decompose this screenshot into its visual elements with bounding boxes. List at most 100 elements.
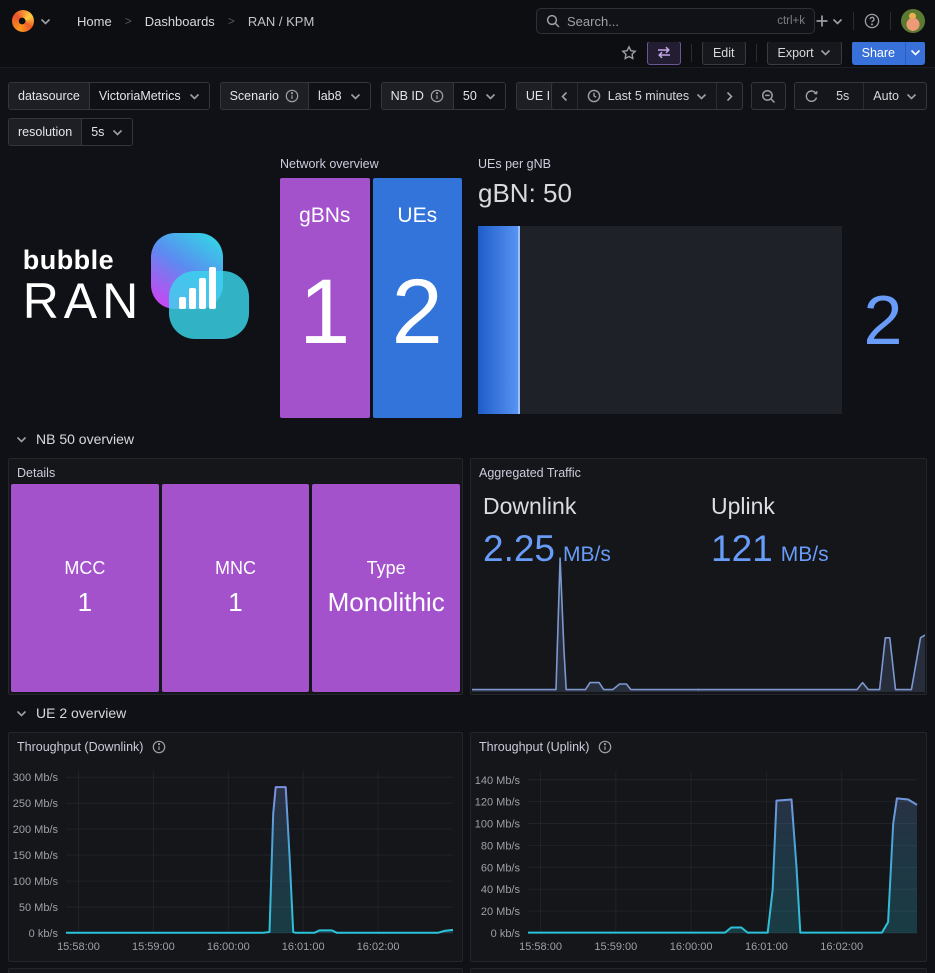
svg-text:0 kb/s: 0 kb/s xyxy=(29,928,59,940)
info-icon[interactable] xyxy=(430,89,444,103)
variable-scenario-label: Scenario xyxy=(221,83,308,109)
row-collapse-icon xyxy=(16,710,27,717)
zoom-out-icon xyxy=(761,89,776,104)
brand-logo-panel: bubble RAN xyxy=(8,150,264,422)
time-range-picker[interactable]: Last 5 minutes xyxy=(577,83,716,109)
time-shift-back-button[interactable] xyxy=(552,83,577,109)
add-button[interactable] xyxy=(815,14,843,28)
row-collapse-icon xyxy=(16,436,27,443)
svg-text:16:01:00: 16:01:00 xyxy=(282,941,325,953)
next-panel-edge xyxy=(8,968,463,973)
divider xyxy=(853,12,854,30)
stat-ues: UEs 2 xyxy=(373,178,463,418)
search-input[interactable]: Search... ctrl+k xyxy=(536,8,815,34)
share-options-button[interactable] xyxy=(905,41,925,65)
share-button-group: Share xyxy=(852,41,925,65)
info-icon[interactable] xyxy=(598,740,612,754)
variable-resolution-value[interactable]: 5s xyxy=(81,119,132,145)
row-title: NB 50 overview xyxy=(36,431,134,447)
throughput-uplink-chart[interactable]: 0 kb/s20 Mb/s40 Mb/s60 Mb/s80 Mb/s100 Mb… xyxy=(472,761,923,959)
refresh-button[interactable]: 5s xyxy=(795,83,863,109)
variable-resolution-label: resolution xyxy=(9,119,81,145)
breadcrumb-home[interactable]: Home xyxy=(77,14,112,29)
svg-text:60 Mb/s: 60 Mb/s xyxy=(481,862,521,874)
svg-text:250 Mb/s: 250 Mb/s xyxy=(13,798,59,810)
share-button[interactable]: Share xyxy=(852,41,905,65)
org-switcher-chevron-icon[interactable] xyxy=(40,18,51,25)
plus-icon xyxy=(815,14,829,28)
variable-nb-id: NB ID 50 xyxy=(381,82,506,110)
stat-label: Downlink xyxy=(483,493,611,520)
export-button[interactable]: Export xyxy=(767,41,842,65)
bar-gauge-label: gBN: 50 xyxy=(478,178,572,209)
chevron-down-icon xyxy=(820,49,831,56)
panel-title: UEs per gNB xyxy=(478,157,551,171)
time-range-group: Last 5 minutes xyxy=(551,82,743,110)
info-icon[interactable] xyxy=(152,740,166,754)
divider xyxy=(691,44,692,62)
divider xyxy=(756,44,757,62)
breadcrumb-dashboards[interactable]: Dashboards xyxy=(145,14,215,29)
signal-bars-icon xyxy=(179,261,223,309)
svg-text:150 Mb/s: 150 Mb/s xyxy=(13,850,59,862)
bubbleran-logo-icon xyxy=(145,231,249,341)
svg-text:15:58:00: 15:58:00 xyxy=(519,941,562,953)
svg-text:16:02:00: 16:02:00 xyxy=(357,941,400,953)
chevron-down-icon xyxy=(910,49,921,56)
throughput-downlink-chart[interactable]: 0 kb/s50 Mb/s100 Mb/s150 Mb/s200 Mb/s250… xyxy=(10,761,459,959)
svg-text:15:59:00: 15:59:00 xyxy=(594,941,637,953)
row-ue-overview-toggle[interactable]: UE 2 overview xyxy=(16,705,126,721)
variable-nb-id-label: NB ID xyxy=(382,83,453,109)
row-nb-overview-toggle[interactable]: NB 50 overview xyxy=(16,431,134,447)
svg-text:15:59:00: 15:59:00 xyxy=(132,941,175,953)
info-icon[interactable] xyxy=(285,89,299,103)
variable-nb-id-value[interactable]: 50 xyxy=(453,83,505,109)
zoom-out-group xyxy=(751,82,786,110)
variable-resolution: resolution 5s xyxy=(8,118,133,146)
refresh-icon xyxy=(804,89,819,104)
stat-gbns: gBNs 1 xyxy=(280,178,370,418)
top-nav: Home > Dashboards > RAN / KPM Search... … xyxy=(0,0,935,42)
chevron-left-icon xyxy=(561,91,568,102)
user-avatar[interactable] xyxy=(901,9,925,33)
exchange-icon xyxy=(656,46,672,59)
help-button[interactable] xyxy=(864,13,880,29)
dashboard-grid: bubble RAN Network overview gBNs 1 xyxy=(0,144,935,973)
grafana-logo-icon[interactable] xyxy=(12,10,34,32)
svg-text:0 kb/s: 0 kb/s xyxy=(491,928,521,940)
star-dashboard-button[interactable] xyxy=(621,45,637,61)
svg-text:16:00:00: 16:00:00 xyxy=(207,941,250,953)
stat-label: UEs xyxy=(397,204,437,228)
next-panel-edge xyxy=(470,968,927,973)
breadcrumb-separator: > xyxy=(125,14,132,28)
stat-value: 2 xyxy=(392,266,443,358)
datasource-exchange-button[interactable] xyxy=(647,41,681,65)
stat-mcc: MCC 1 xyxy=(11,484,159,692)
time-zoom-out-button[interactable] xyxy=(752,83,785,109)
bar-gauge-value: 2 xyxy=(839,226,927,414)
brand-line2: RAN xyxy=(23,276,144,327)
breadcrumb-separator: > xyxy=(228,14,235,28)
svg-text:15:58:00: 15:58:00 xyxy=(57,941,100,953)
brand-line1: bubble xyxy=(23,245,144,276)
downlink-sparkline xyxy=(472,547,699,693)
variable-scenario-value[interactable]: lab8 xyxy=(308,83,370,109)
search-icon xyxy=(546,14,560,28)
stat-value: 1 xyxy=(299,266,350,358)
stat-mnc: MNC 1 xyxy=(162,484,310,692)
refresh-interval-picker[interactable]: Auto xyxy=(863,83,926,109)
bar-gauge-track xyxy=(478,226,842,414)
edit-button[interactable]: Edit xyxy=(702,41,746,65)
time-controls: Last 5 minutes 5s Auto xyxy=(551,82,927,110)
svg-text:80 Mb/s: 80 Mb/s xyxy=(481,840,521,852)
uplink-sparkline xyxy=(698,547,925,693)
svg-text:140 Mb/s: 140 Mb/s xyxy=(475,775,521,787)
refresh-group: 5s Auto xyxy=(794,82,927,110)
stat-value: 1 xyxy=(228,587,242,618)
dashboard-controls: datasource VictoriaMetrics Scenario lab8 xyxy=(0,68,935,146)
ues-per-gnb-panel: UEs per gNB gBN: 50 2 xyxy=(470,150,927,422)
throughput-uplink-panel: Throughput (Uplink) 0 kb/s20 Mb/s40 Mb/s… xyxy=(470,732,927,962)
grafana-dashboard: Home > Dashboards > RAN / KPM Search... … xyxy=(0,0,935,973)
time-shift-forward-button[interactable] xyxy=(716,83,742,109)
variable-datasource-value[interactable]: VictoriaMetrics xyxy=(89,83,209,109)
